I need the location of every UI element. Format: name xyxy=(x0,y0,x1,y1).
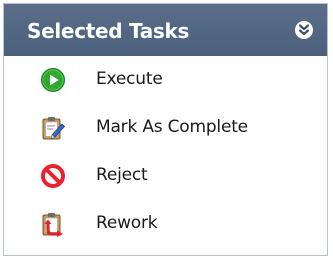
task-item-label: Reject xyxy=(96,165,148,185)
play-icon xyxy=(40,67,66,93)
task-item-rework[interactable]: Rework xyxy=(4,200,327,248)
task-item-label: Mark As Complete xyxy=(96,117,248,137)
selected-tasks-panel: Selected Tasks Execute Mark As Complete … xyxy=(3,3,328,256)
task-item-reject[interactable]: Reject xyxy=(4,152,327,200)
task-item-mark-as-complete[interactable]: Mark As Complete xyxy=(4,104,327,152)
panel-title: Selected Tasks xyxy=(27,19,190,43)
double-chevron-down-icon xyxy=(298,24,310,36)
panel-header: Selected Tasks xyxy=(4,4,327,56)
task-item-label: Rework xyxy=(96,213,158,233)
collapse-button[interactable] xyxy=(295,21,313,39)
clipboard-edit-icon xyxy=(40,115,66,141)
clipboard-rework-icon xyxy=(40,211,66,237)
task-item-label: Execute xyxy=(96,69,163,89)
no-entry-icon xyxy=(40,163,66,189)
task-item-execute[interactable]: Execute xyxy=(4,56,327,104)
